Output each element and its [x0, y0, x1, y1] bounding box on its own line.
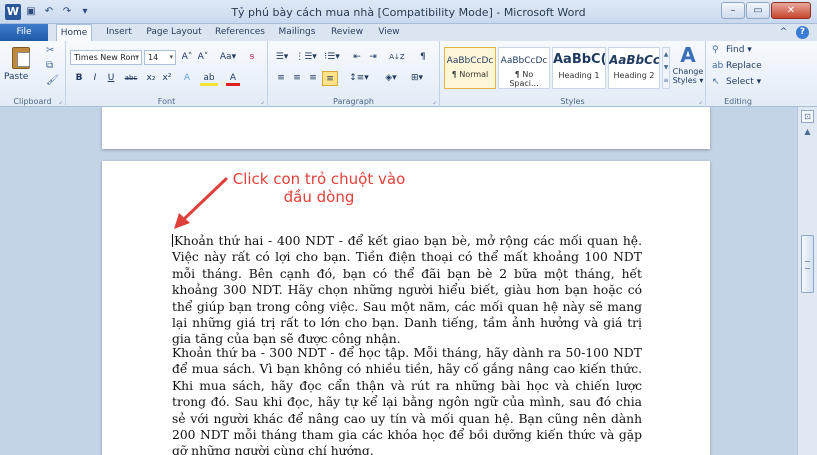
- view-ruler-icon[interactable]: ⊡: [801, 110, 814, 123]
- vertical-scrollbar[interactable]: ⊡ ▲: [797, 107, 817, 455]
- style-no-spacing[interactable]: AaBbCcDc ¶ No Spaci...: [498, 47, 550, 89]
- font-name-value: Times New Rom: [74, 53, 139, 62]
- grow-font-button[interactable]: A˄: [180, 50, 194, 65]
- style-heading-2[interactable]: AaBbCc Heading 2: [608, 47, 660, 89]
- borders-button[interactable]: ⊞▾: [406, 71, 428, 86]
- decrease-indent-button[interactable]: ⇤: [350, 50, 364, 65]
- multilevel-list-button[interactable]: ⁝☰▾: [320, 50, 344, 65]
- maximize-button[interactable]: ▭: [746, 2, 770, 19]
- font-name-select[interactable]: Times New Rom ▾: [70, 50, 142, 65]
- window-title: Tỷ phú bày cách mua nhà [Compatibility M…: [231, 6, 586, 19]
- line-spacing-button[interactable]: ↕≡▾: [346, 71, 372, 86]
- window-controls: – ▭ ✕: [721, 2, 811, 19]
- tab-references[interactable]: References: [210, 24, 270, 41]
- italic-button[interactable]: I: [88, 71, 102, 86]
- select-button[interactable]: ↖ Select ▾: [712, 77, 761, 87]
- clipboard-group: Paste ✂ ⧉ 🖌 Clipboard ⌟: [0, 41, 66, 107]
- font-size-select[interactable]: 14 ▾: [144, 50, 176, 65]
- minimize-button[interactable]: –: [721, 2, 745, 19]
- underline-button[interactable]: U: [104, 71, 118, 86]
- close-button[interactable]: ✕: [771, 2, 811, 19]
- editing-group-label: Editing: [724, 97, 752, 106]
- shrink-font-button[interactable]: A˅: [196, 50, 210, 65]
- font-color-button[interactable]: A: [226, 71, 240, 86]
- shading-button[interactable]: ◈▾: [380, 71, 402, 86]
- paragraph-1-text: Khoản thứ hai - 400 NDT - để kết giao bạ…: [172, 234, 642, 347]
- font-launcher-icon[interactable]: ⌟: [261, 97, 264, 105]
- subscript-button[interactable]: x₂: [144, 71, 158, 86]
- cut-icon[interactable]: ✂: [46, 45, 54, 56]
- show-marks-button[interactable]: ¶: [416, 50, 430, 65]
- tab-view[interactable]: View: [374, 24, 404, 41]
- change-styles-label: Change Styles ▾: [672, 67, 704, 85]
- annotation-line-1: Click con trỏ chuột vào: [232, 170, 406, 188]
- help-area: ^ ?: [777, 26, 809, 39]
- previous-page: [102, 107, 710, 149]
- style-normal[interactable]: AaBbCcDc ¶ Normal: [444, 47, 496, 89]
- replace-icon: ab: [712, 61, 724, 71]
- paste-button[interactable]: Paste: [4, 72, 28, 82]
- title-bar: W ▣ ↶ ↷ ▾ Tỷ phú bày cách mua nhà [Compa…: [0, 0, 817, 24]
- styles-group: AaBbCcDc ¶ Normal AaBbCcDc ¶ No Spaci...…: [440, 41, 706, 107]
- paragraph-launcher-icon[interactable]: ⌟: [433, 97, 436, 105]
- sort-button[interactable]: A↓Z: [386, 50, 408, 65]
- justify-button[interactable]: ≡: [322, 71, 338, 86]
- align-center-button[interactable]: ≡: [290, 71, 304, 86]
- numbering-button[interactable]: ⋮☰▾: [294, 50, 318, 65]
- font-group-label: Font: [157, 97, 176, 106]
- tab-home[interactable]: Home: [56, 24, 92, 42]
- select-cursor-icon: ↖: [712, 77, 720, 87]
- help-icon[interactable]: ?: [796, 26, 809, 39]
- paste-icon[interactable]: [10, 44, 32, 70]
- change-styles-button[interactable]: A Change Styles ▾: [672, 43, 704, 85]
- format-painter-icon[interactable]: 🖌: [46, 75, 59, 86]
- font-size-value: 14: [148, 53, 159, 62]
- text-effects-button[interactable]: A: [180, 71, 194, 86]
- increase-indent-button[interactable]: ⇥: [366, 50, 380, 65]
- annotation-line-2: đầu dòng: [283, 188, 355, 206]
- find-button[interactable]: ⚲ Find ▾: [712, 45, 752, 55]
- scroll-up-icon[interactable]: ▲: [801, 127, 814, 140]
- minimize-ribbon-icon[interactable]: ^: [777, 26, 790, 39]
- highlight-button[interactable]: ab: [200, 71, 218, 86]
- document-area[interactable]: Click con trỏ chuột vào đầu dòng Khoản t…: [0, 107, 797, 455]
- editing-group: ⚲ Find ▾ ab Replace ↖ Select ▾ Editing: [706, 41, 770, 107]
- align-right-button[interactable]: ≡: [306, 71, 320, 86]
- paragraph-2[interactable]: Khoản thứ ba - 300 NDT - để học tập. Mỗi…: [172, 345, 642, 455]
- clipboard-launcher-icon[interactable]: ⌟: [59, 97, 62, 105]
- change-case-button[interactable]: Aa▾: [218, 50, 238, 65]
- font-group: Times New Rom ▾ 14 ▾ A˄ A˅ Aa▾ ꞩ B I U abc…: [66, 41, 268, 107]
- annotation-text: Click con trỏ chuột vào đầu dòng: [224, 170, 414, 206]
- bullets-button[interactable]: ☰▾: [272, 50, 292, 65]
- superscript-button[interactable]: x²: [160, 71, 174, 86]
- paragraph-group-label: Paragraph: [333, 97, 374, 106]
- tab-file[interactable]: File: [0, 24, 48, 41]
- clipboard-group-label: Clipboard: [13, 97, 52, 106]
- ribbon-tab-bar: File Home Insert Page Layout References …: [0, 24, 817, 42]
- paragraph-group: ☰▾ ⋮☰▾ ⁝☰▾ ⇤ ⇥ A↓Z ¶ ≡ ≡ ≡ ≡ ↕≡▾ ◈▾ ⊞▾ P…: [268, 41, 440, 107]
- change-styles-icon: A: [680, 43, 696, 67]
- paragraph-2-text: Khoản thứ ba - 300 NDT - để học tập. Mỗi…: [172, 346, 642, 455]
- clear-formatting-icon[interactable]: ꞩ: [244, 50, 260, 65]
- annotation-arrow-icon: [174, 177, 228, 229]
- text-cursor: [172, 234, 173, 247]
- strikethrough-button[interactable]: abc: [122, 71, 140, 86]
- ribbon: Paste ✂ ⧉ 🖌 Clipboard ⌟ Times New Rom ▾ 1…: [0, 41, 817, 107]
- styles-launcher-icon[interactable]: ⌟: [699, 97, 702, 105]
- styles-group-label: Styles: [560, 97, 585, 106]
- tab-review[interactable]: Review: [328, 24, 366, 41]
- tab-insert[interactable]: Insert: [100, 24, 138, 41]
- tab-page-layout[interactable]: Page Layout: [144, 24, 204, 41]
- scroll-thumb[interactable]: [801, 235, 814, 293]
- bold-button[interactable]: B: [72, 71, 86, 86]
- copy-icon[interactable]: ⧉: [46, 60, 53, 71]
- replace-button[interactable]: ab Replace: [712, 61, 762, 71]
- align-left-button[interactable]: ≡: [274, 71, 288, 86]
- paragraph-1[interactable]: Khoản thứ hai - 400 NDT - để kết giao bạ…: [172, 233, 642, 348]
- style-heading-1[interactable]: AaBbC( Heading 1: [552, 47, 606, 89]
- styles-scroll[interactable]: ▲ ▼ ≡: [662, 47, 670, 89]
- binoculars-icon: ⚲: [712, 45, 719, 55]
- tab-mailings[interactable]: Mailings: [276, 24, 318, 41]
